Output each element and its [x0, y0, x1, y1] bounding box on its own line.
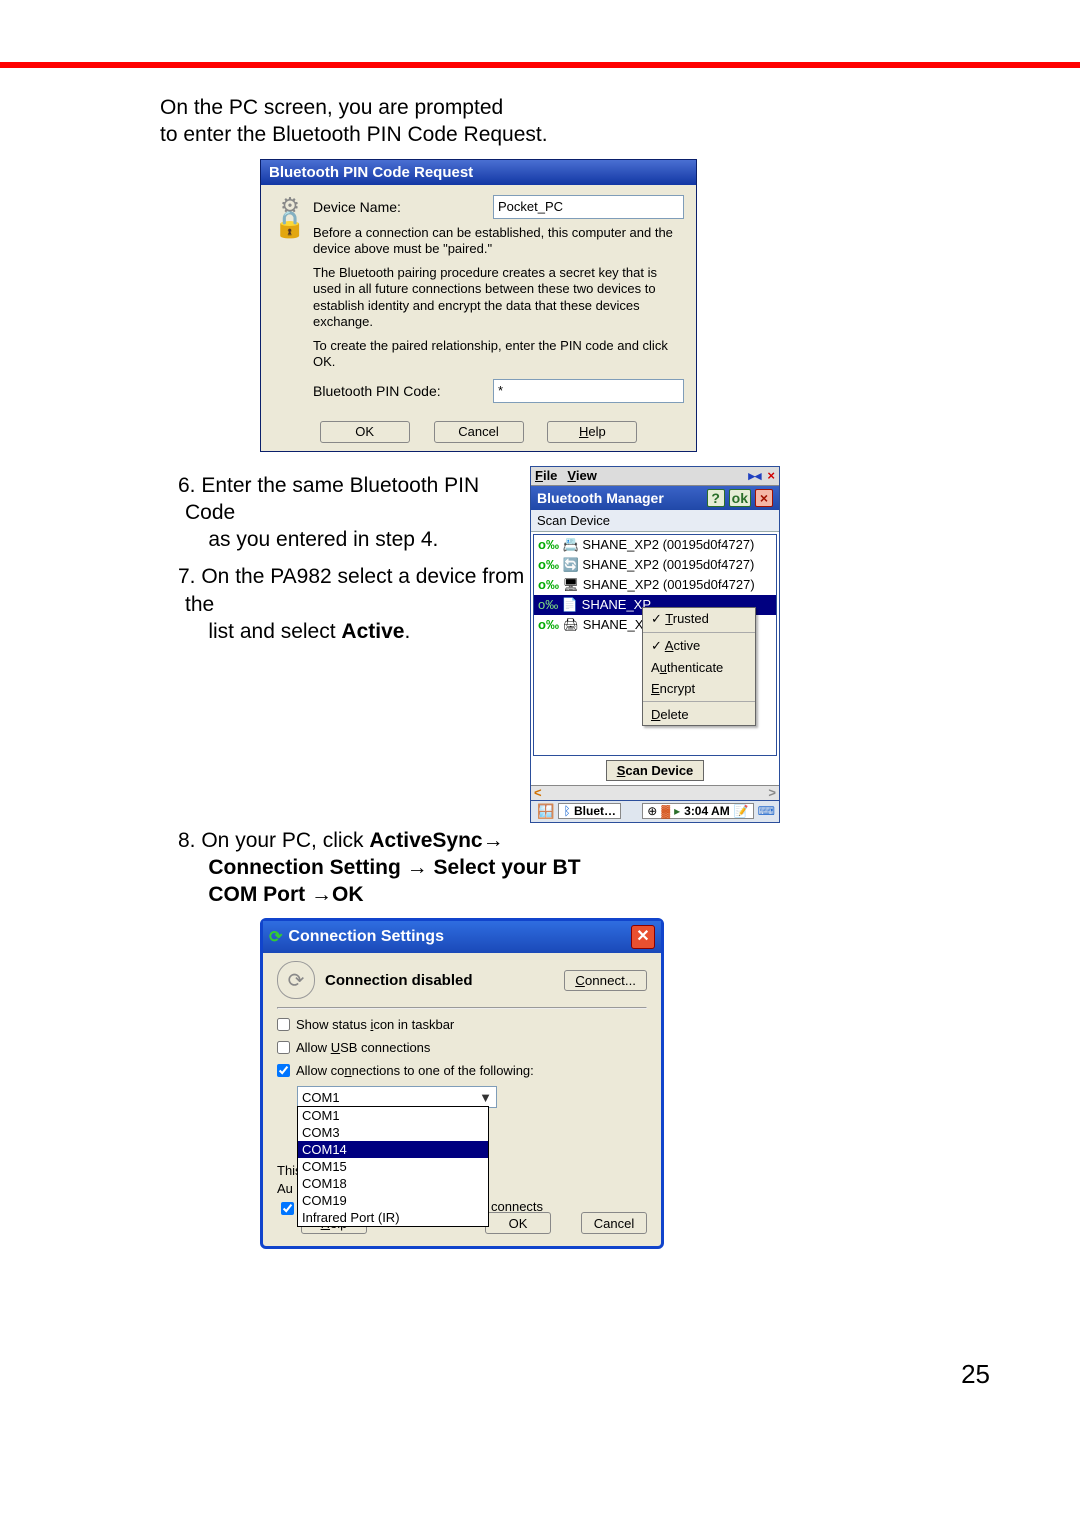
open-activesync-checkbox[interactable]	[281, 1202, 294, 1215]
conn-cancel-button[interactable]: Cancel	[581, 1212, 647, 1234]
behind-checkbox	[277, 1199, 297, 1218]
bt-subheader: Scan Device	[531, 510, 779, 532]
pin-lock-icon: ⚙🔒	[267, 195, 313, 409]
com-option-highlighted[interactable]: COM14	[298, 1141, 488, 1158]
connection-settings-dialog: ⟳ Connection Settings ✕ ⟳ Connection dis…	[260, 918, 664, 1249]
show-status-icon-checkbox[interactable]	[277, 1018, 290, 1031]
ctx-authenticate[interactable]: Authenticate	[643, 657, 755, 678]
bt-taskbar: 🪟 ᛒ Bluet… ⊕ ▓ ▸ 3:04 AM 📝 ⌨	[531, 800, 779, 822]
connection-settings-title-bar: ⟳ Connection Settings ✕	[263, 921, 661, 953]
com-option[interactable]: COM3	[298, 1124, 488, 1141]
tray-arrow-icon: ▸	[674, 804, 680, 818]
pin-code-field[interactable]	[493, 379, 684, 403]
device-name-field[interactable]	[493, 195, 684, 219]
connect-button[interactable]: Connect...	[564, 970, 647, 991]
device-name-label: Device Name:	[313, 199, 493, 215]
behind-text-connects: connects	[491, 1199, 543, 1214]
bt-help-button[interactable]: ?	[707, 489, 725, 507]
taskbar-bluet-button[interactable]: ᛒ Bluet…	[558, 803, 621, 819]
connection-close-button[interactable]: ✕	[631, 925, 655, 949]
network-icon: ▸◂	[748, 468, 761, 484]
step7: 7. On the PA982 select a device from the…	[160, 563, 525, 645]
allow-following-label: Allow connections to one of the followin…	[296, 1063, 534, 1078]
allow-usb-checkbox[interactable]	[277, 1041, 290, 1054]
tray-icon: ⊕	[647, 804, 657, 818]
pin-code-label: Bluetooth PIN Code:	[313, 383, 493, 399]
bluetooth-pin-dialog: Bluetooth PIN Code Request ⚙🔒 Device Nam…	[260, 159, 697, 452]
bt-menu-bar: File View ▸◂ ×	[531, 467, 779, 486]
clock: 3:04 AM	[684, 804, 730, 818]
bt-menu-view[interactable]: View	[567, 468, 596, 483]
step8: 8. On your PC, click ActiveSync→ Connect…	[160, 827, 1020, 909]
com-option[interactable]: COM1	[298, 1107, 488, 1124]
pin-para-1: Before a connection can be established, …	[313, 225, 684, 258]
bt-title-bar: Bluetooth Manager ? ok ×	[531, 486, 779, 510]
bluetooth-pin-title-bar: Bluetooth PIN Code Request	[261, 160, 696, 185]
page-number: 25	[160, 1359, 1020, 1390]
allow-usb-label: Allow USB connections	[296, 1040, 430, 1055]
conn-ok-button[interactable]: OK	[485, 1212, 551, 1234]
tray-icon: ▓	[661, 804, 670, 818]
ctx-active[interactable]: Active	[643, 635, 755, 657]
pin-para-2: The Bluetooth pairing procedure creates …	[313, 265, 684, 330]
intro-line1: On the PC screen, you are prompted	[160, 96, 503, 119]
bt-device-list[interactable]: o‰ 📇 SHANE_XP2 (00195d0f4727) o‰ 🔄 SHANE…	[533, 534, 777, 756]
bt-horizontal-scrollbar[interactable]: <>	[531, 785, 779, 800]
intro-line2: to enter the Bluetooth PIN Code Request.	[160, 123, 548, 146]
ctx-delete[interactable]: Delete	[643, 704, 755, 725]
allow-following-checkbox[interactable]	[277, 1064, 290, 1077]
window-close-icon[interactable]: ×	[767, 468, 775, 483]
com-option[interactable]: COM19	[298, 1192, 488, 1209]
scan-device-button[interactable]: Scan Device	[606, 760, 705, 781]
step6: 6. Enter the same Bluetooth PIN Code as …	[160, 472, 525, 554]
page-content: On the PC screen, you are prompted to en…	[0, 68, 1080, 1420]
list-item[interactable]: o‰ 🔄 SHANE_XP2 (00195d0f4727)	[534, 555, 776, 575]
connection-status-text: Connection disabled	[325, 972, 473, 989]
show-status-icon-label: Show status icon in taskbar	[296, 1017, 454, 1032]
tray-icon: 📝	[734, 804, 749, 818]
system-tray: ⊕ ▓ ▸ 3:04 AM 📝	[642, 803, 753, 819]
intro-text: On the PC screen, you are prompted to en…	[160, 94, 1020, 149]
pin-help-button[interactable]: Help	[547, 421, 637, 443]
behind-text-au: Au	[277, 1181, 293, 1196]
list-item[interactable]: o‰ 📇 SHANE_XP2 (00195d0f4727)	[534, 535, 776, 555]
bt-context-menu: Trusted Active Authenticate Encrypt Dele…	[642, 607, 756, 726]
ctx-trusted[interactable]: Trusted	[643, 608, 755, 630]
bt-menu-file[interactable]: File	[535, 468, 557, 483]
sip-icon[interactable]: ⌨	[758, 804, 775, 818]
com-port-select[interactable]: COM1▼	[297, 1086, 497, 1108]
bt-ok-button[interactable]: ok	[729, 489, 751, 507]
pin-para-3: To create the paired relationship, enter…	[313, 338, 684, 371]
bluetooth-manager-window: File View ▸◂ × Bluetooth Manager ? ok ×	[530, 466, 780, 823]
bt-close-button[interactable]: ×	[755, 489, 773, 507]
activesync-icon: ⟳	[269, 927, 282, 947]
list-item[interactable]: o‰ 🖥 SHANE_XP2 (00195d0f4727)	[534, 575, 776, 595]
start-icon[interactable]: 🪟	[537, 803, 554, 820]
pin-cancel-button[interactable]: Cancel	[434, 421, 524, 443]
ctx-encrypt[interactable]: Encrypt	[643, 678, 755, 699]
com-option[interactable]: COM15	[298, 1158, 488, 1175]
com-port-dropdown-list: COM1 COM3 COM14 COM15 COM18 COM19 Infrar…	[297, 1106, 489, 1227]
sync-status-icon: ⟳	[277, 961, 315, 999]
com-option[interactable]: COM18	[298, 1175, 488, 1192]
com-option[interactable]: Infrared Port (IR)	[298, 1209, 488, 1226]
pin-ok-button[interactable]: OK	[320, 421, 410, 443]
